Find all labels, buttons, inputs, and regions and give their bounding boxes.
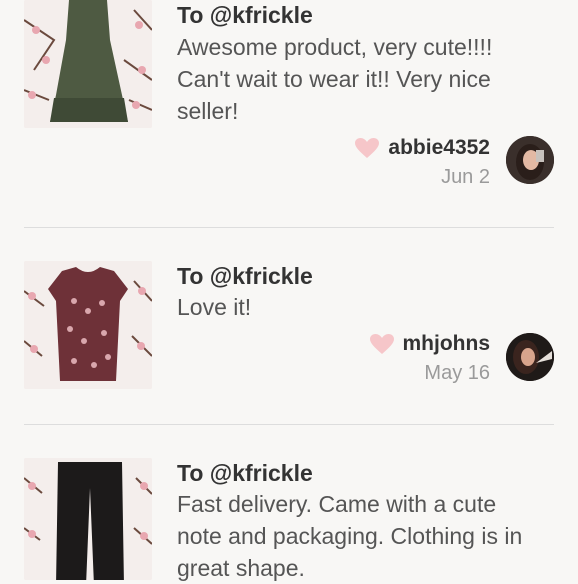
review-meta: abbie4352 Jun 2 <box>354 136 490 189</box>
recipient-label: To @kfrickle <box>177 263 313 289</box>
review-message: Awesome product, very cute!!!! Can't wai… <box>177 34 493 124</box>
user-avatar[interactable] <box>506 136 554 184</box>
review-meta: mhjohns May 16 <box>369 332 491 385</box>
reviewer-username[interactable]: abbie4352 <box>388 136 490 160</box>
floral-top-photo <box>24 261 152 389</box>
review-date: Jun 2 <box>441 166 490 188</box>
user-avatar-photo <box>506 136 554 184</box>
divider <box>24 227 554 228</box>
heart-icon <box>355 138 380 158</box>
reviews-feed: To @kfrickle Awesome product, very cute!… <box>0 0 578 581</box>
divider <box>24 424 554 425</box>
reviewer-username[interactable]: mhjohns <box>403 332 491 356</box>
review-message: Love it! <box>177 294 252 320</box>
black-pants-photo <box>24 458 152 580</box>
item-thumbnail[interactable] <box>24 261 152 389</box>
user-avatar-photo <box>506 333 554 381</box>
green-dress-photo <box>24 0 152 128</box>
item-thumbnail[interactable] <box>24 0 152 128</box>
recipient-label: To @kfrickle <box>177 460 313 486</box>
item-thumbnail[interactable] <box>24 458 152 580</box>
review-message: Fast delivery. Came with a cute note and… <box>177 491 523 581</box>
review-date: May 16 <box>424 362 490 384</box>
user-avatar[interactable] <box>506 333 554 381</box>
recipient-label: To @kfrickle <box>177 2 313 28</box>
heart-icon <box>369 334 394 354</box>
